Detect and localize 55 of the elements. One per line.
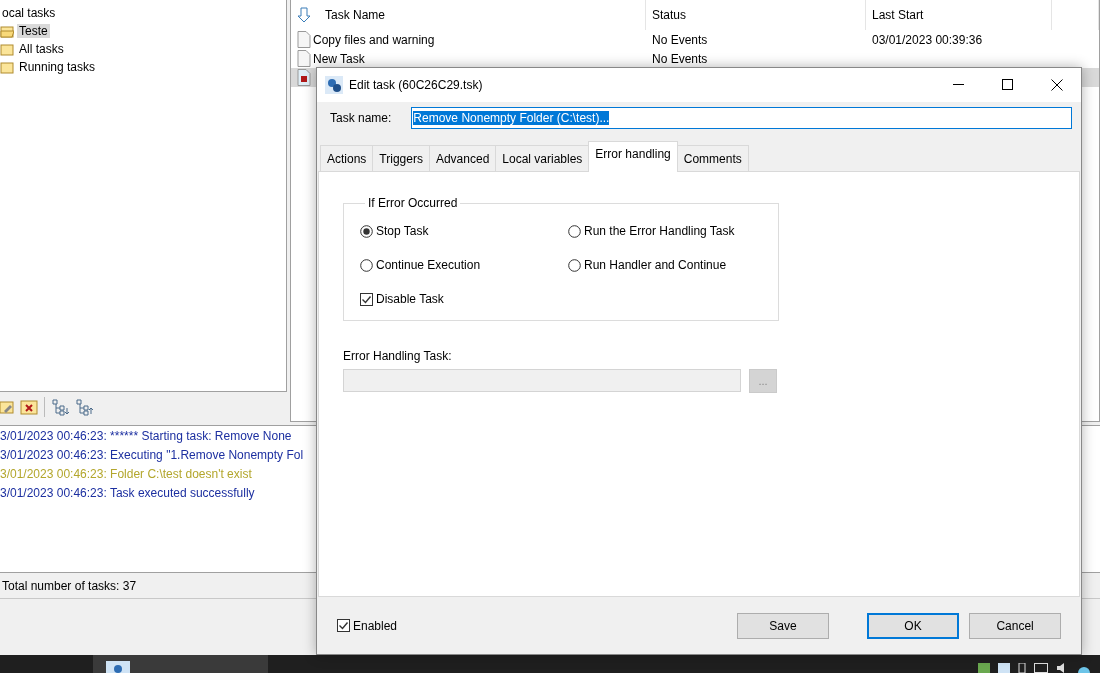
option-label[interactable]: Continue Execution [376,258,481,272]
field-label: Task name: [330,111,392,125]
radio-button-selected[interactable] [360,224,373,238]
option-label[interactable]: Stop Task [376,224,429,238]
table-cell: No Events [652,32,708,47]
task-name[interactable]: New Task [313,51,365,66]
tree-item[interactable]: ocal tasks [0,6,58,20]
radio-button[interactable] [360,258,373,272]
option-label[interactable]: Run the Error Handling Task [584,224,735,238]
document-icon [297,31,311,48]
dialog-button[interactable]: OK [866,612,960,639]
column-header[interactable]: Status [652,8,687,22]
task-name-field[interactable]: Remove Nonempty Folder (C:\test)... [411,107,1072,129]
radio-button[interactable] [568,224,581,238]
tree-item[interactable]: Teste [17,24,50,38]
option-label[interactable]: Run Handler and Continue [584,258,727,272]
delete-folder-icon[interactable] [20,399,38,415]
expand-tree-icon[interactable] [51,398,69,416]
log-line: 3/01/2023 00:46:23: Task executed successfully [0,486,255,502]
network-icon[interactable] [1034,663,1048,673]
checkbox[interactable] [337,619,350,632]
group-title: If Error Occurred [367,196,459,210]
log-line: 3/01/2023 00:46:23: Folder C:\test doesn't exist [0,467,252,483]
column-header[interactable]: Last Start [872,8,924,22]
status-text: Total number of tasks: 37 [2,578,137,593]
taskbar-item[interactable] [93,655,268,673]
close-icon[interactable] [1050,79,1063,91]
minimize-icon[interactable] [952,84,965,86]
tree-item[interactable]: All tasks [17,42,66,56]
tab[interactable]: Actions [320,145,374,172]
log-line: 3/01/2023 00:46:23: Executing "1.Remove Nonempty Fol [0,448,304,464]
option-label[interactable]: Disable Task [376,292,444,306]
column-header[interactable]: Task Name [325,8,386,22]
task-name[interactable]: Copy files and warning [313,32,435,47]
checkbox[interactable] [360,292,373,306]
app-icon [105,661,131,673]
tab[interactable]: Comments [676,145,749,172]
dialog-button[interactable]: Save [737,612,829,639]
error-task-field[interactable] [343,369,741,392]
window-title: Edit task (60C26C29.tsk) [349,78,483,92]
table-cell: No Events [652,51,708,66]
option-label[interactable]: Enabled [353,618,398,633]
collapse-tree-icon[interactable] [75,398,93,416]
document-icon [297,50,311,67]
stopped-task-icon [297,69,311,86]
tree-item[interactable]: Running tasks [17,60,98,74]
dialog-button[interactable]: Cancel [969,612,1061,639]
table-cell: 03/01/2023 00:39:36 [872,32,983,47]
radio-button[interactable] [568,258,581,272]
edit-folder-icon[interactable] [0,399,14,415]
maximize-icon[interactable] [1001,79,1014,91]
down-arrow-icon[interactable] [297,7,311,23]
log-line: 3/01/2023 00:46:23: ****** Starting task: Remove None [0,429,292,445]
tab[interactable]: Error handling [588,141,678,172]
field-label: Error Handling Task: [343,349,453,363]
